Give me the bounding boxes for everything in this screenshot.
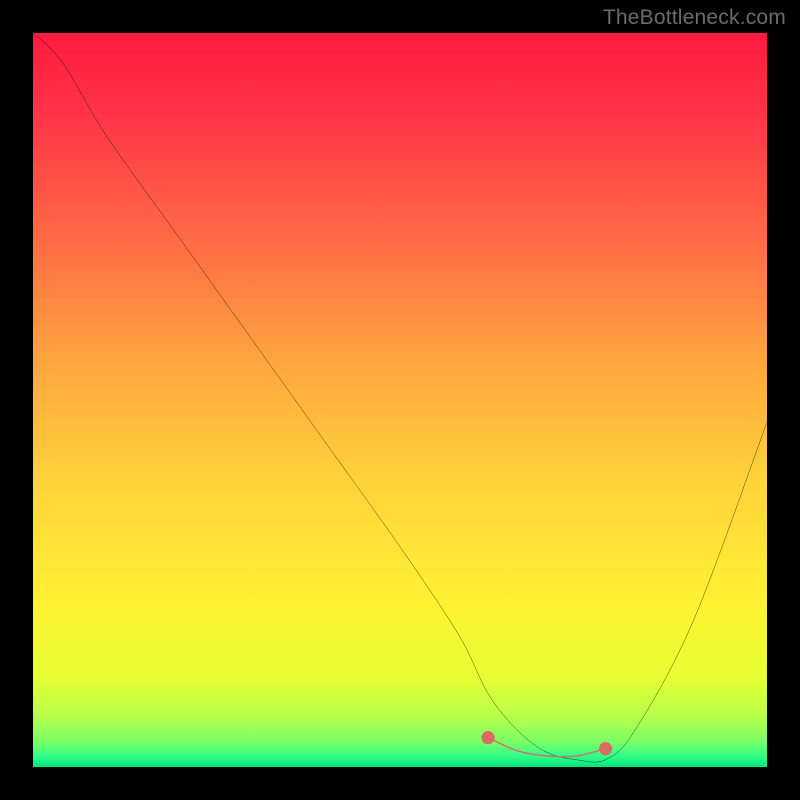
watermark-text: TheBottleneck.com: [603, 6, 786, 30]
chart-frame: TheBottleneck.com: [0, 0, 800, 800]
plot-area: [33, 33, 767, 767]
bottleneck-curve: [33, 33, 767, 767]
